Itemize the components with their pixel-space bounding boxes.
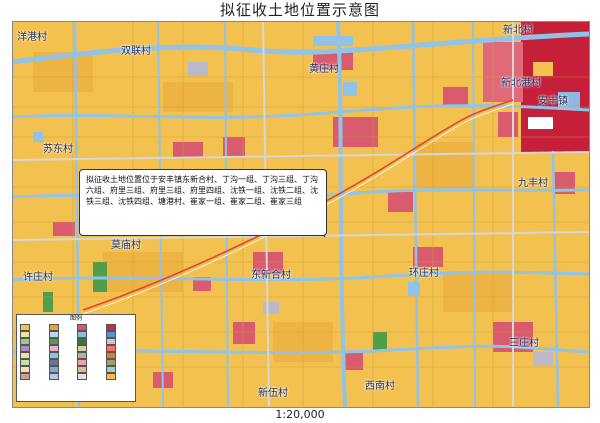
village-label: 东新合村: [251, 270, 291, 281]
legend-item: [105, 323, 133, 331]
legend-item: [20, 351, 47, 359]
legend-item: [77, 330, 104, 338]
village-label: 九丰村: [518, 178, 548, 189]
village-label: 许庄村: [23, 272, 53, 283]
legend-swatch: [105, 365, 116, 373]
legend-swatch: [105, 344, 116, 352]
legend-title: 图例: [69, 315, 82, 322]
village-label: 洋港村: [17, 32, 47, 43]
legend-item: [105, 358, 133, 366]
callout-box: 拟征收土地位置位于安丰镇东新合村、丁沟一组、丁沟三组、丁沟六组、府里三组、府里三…: [79, 169, 327, 236]
legend-item: [48, 323, 76, 331]
legend-item: [105, 330, 133, 338]
legend-item: [105, 372, 133, 380]
legend-swatch: [77, 351, 87, 359]
legend-item: [20, 365, 47, 373]
legend-swatch: [105, 337, 116, 345]
legend-item: [48, 372, 76, 380]
legend-item: [48, 351, 76, 359]
legend-swatch: [20, 344, 30, 352]
legend-swatch: [20, 358, 30, 366]
legend-swatch: [105, 330, 116, 338]
legend-item: [20, 337, 47, 345]
legend-item: [20, 372, 47, 380]
legend-swatch: [48, 372, 59, 380]
legend-item: [105, 365, 133, 373]
legend-swatch: [105, 372, 116, 380]
legend-swatch: [20, 330, 30, 338]
village-label: 西南村: [365, 381, 395, 392]
legend-swatch: [20, 365, 30, 373]
legend-grid: [17, 323, 135, 380]
legend-swatch: [48, 330, 59, 338]
legend-item: [48, 344, 76, 352]
legend-swatch: [105, 358, 116, 366]
callout-text: 拟征收土地位置位于安丰镇东新合村、丁沟一组、丁沟三组、丁沟六组、府里三组、府里三…: [86, 175, 318, 206]
legend-swatch: [105, 351, 116, 359]
legend: 图例: [16, 314, 136, 402]
legend-swatch: [20, 323, 30, 331]
village-label: 苏东村: [43, 144, 73, 155]
legend-swatch: [48, 323, 59, 331]
legend-swatch: [77, 344, 87, 352]
legend-item: [105, 337, 133, 345]
legend-swatch: [48, 344, 59, 352]
legend-item: [20, 323, 47, 331]
legend-item: [77, 372, 104, 380]
legend-swatch: [20, 337, 30, 345]
legend-item: [20, 330, 47, 338]
legend-swatch: [77, 358, 87, 366]
legend-swatch: [77, 323, 87, 331]
legend-item: [48, 330, 76, 338]
legend-item: [77, 365, 104, 373]
village-label: 安丰镇: [538, 96, 568, 107]
legend-item: [105, 344, 133, 352]
village-label: 三庄村: [509, 338, 539, 349]
legend-swatch: [20, 372, 30, 380]
village-label: 新北村: [503, 25, 533, 36]
legend-item: [77, 358, 104, 366]
legend-item: [105, 351, 133, 359]
village-label: 双联村: [121, 46, 151, 57]
legend-item: [77, 344, 104, 352]
legend-item: [77, 337, 104, 345]
legend-swatch: [77, 330, 87, 338]
map-title: 拟征收土地位置示意图: [219, 1, 380, 19]
legend-swatch: [20, 351, 30, 359]
legend-swatch: [48, 358, 59, 366]
legend-swatch: [48, 351, 59, 359]
legend-swatch: [48, 365, 59, 373]
legend-swatch: [77, 337, 87, 345]
legend-item: [48, 365, 76, 373]
legend-swatch: [48, 337, 59, 345]
legend-swatch: [77, 365, 87, 373]
village-label: 新伍村: [258, 388, 288, 399]
legend-swatch: [77, 372, 87, 380]
legend-item: [48, 337, 76, 345]
legend-swatch: [105, 323, 116, 331]
map-canvas[interactable]: 洋港村 双联村 黄庄村 新北港村 安丰镇 新北村 苏东村 九丰村 莫庙村 许庄村…: [12, 21, 590, 408]
legend-item: [77, 323, 104, 331]
legend-item: [77, 351, 104, 359]
legend-item: [48, 358, 76, 366]
village-label: 莫庙村: [111, 240, 141, 251]
legend-item: [20, 358, 47, 366]
village-label: 新北港村: [501, 78, 541, 89]
scale-label: 1:20,000: [275, 408, 325, 421]
legend-item: [20, 344, 47, 352]
village-label: 黄庄村: [309, 64, 339, 75]
village-label: 环庄村: [409, 268, 439, 279]
